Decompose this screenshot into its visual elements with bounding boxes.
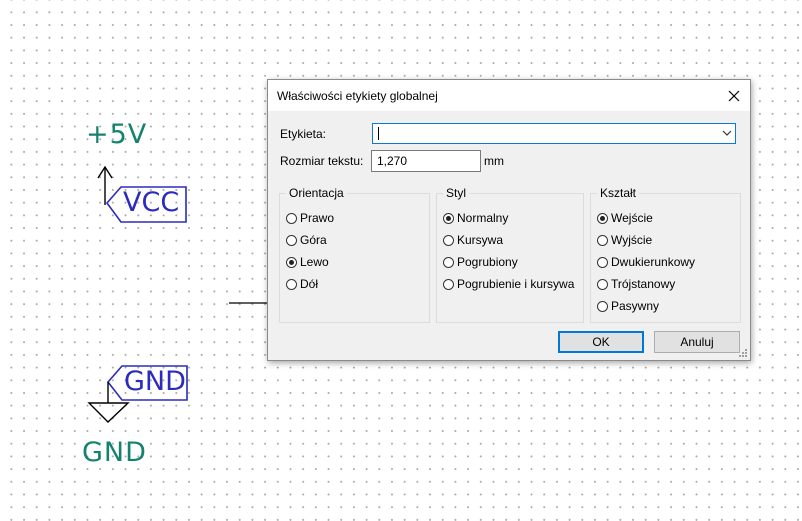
text-size-label: Rozmiar tekstu:: [280, 154, 364, 168]
power-symbol-value: +5V: [86, 119, 148, 150]
radio-label: Pogrubiony: [457, 255, 518, 269]
shape-option-trojstanowy[interactable]: Trójstanowy: [597, 277, 675, 291]
radio-label: Dwukierunkowy: [611, 255, 696, 269]
radio-circle: [443, 256, 454, 268]
shape-option-wejscie[interactable]: Wejście: [597, 211, 653, 225]
text-size-input[interactable]: [371, 150, 481, 172]
radio-label: Normalny: [457, 211, 509, 225]
radio-circle: [443, 278, 454, 290]
orientation-option-prawo[interactable]: Prawo: [286, 211, 334, 225]
radio-circle: [443, 234, 454, 246]
resize-grip-icon[interactable]: [739, 349, 748, 358]
style-group-title: Styl: [443, 186, 470, 200]
shape-option-dwukierunkowy[interactable]: Dwukierunkowy: [597, 255, 695, 269]
radio-circle: [597, 300, 608, 312]
radio-circle-selected: [286, 256, 297, 268]
shape-group: Kształt Wejście Wyjście Dwukierunkowy Tr…: [590, 186, 741, 323]
ground-symbol-value: GND: [82, 437, 147, 468]
close-button[interactable]: [718, 80, 750, 111]
orientation-group: Orientacja Prawo Góra Lewo Dół: [279, 186, 430, 323]
radio-circle-selected: [443, 212, 454, 224]
radio-label: Wejście: [611, 211, 653, 225]
radio-label: Góra: [300, 233, 327, 247]
radio-label: Wyjście: [611, 233, 653, 247]
text-size-unit: mm: [484, 154, 504, 168]
style-option-normalny[interactable]: Normalny: [443, 211, 508, 225]
radio-circle: [286, 212, 297, 224]
close-icon: [728, 90, 740, 101]
radio-label: Pogrubienie i kursywa: [457, 277, 575, 291]
radio-circle-selected: [597, 212, 608, 224]
radio-circle: [286, 234, 297, 246]
dialog-title: Właściwości etykiety globalnej: [277, 89, 438, 103]
radio-label: Dół: [300, 277, 319, 291]
style-option-pogrubiony[interactable]: Pogrubiony: [443, 255, 518, 269]
label-combobox[interactable]: [372, 123, 736, 144]
radio-circle: [597, 278, 608, 290]
radio-label: Trójstanowy: [611, 277, 676, 291]
text-caret: [378, 127, 379, 140]
shape-group-title: Kształt: [597, 186, 640, 200]
ok-button[interactable]: OK: [558, 331, 644, 353]
label-field-label: Etykieta:: [280, 127, 327, 141]
orientation-option-lewo[interactable]: Lewo: [286, 255, 329, 269]
radio-label: Kursywa: [457, 233, 504, 247]
radio-circle: [286, 278, 297, 290]
shape-option-wyjscie[interactable]: Wyjście: [597, 233, 652, 247]
cancel-button[interactable]: Anuluj: [654, 331, 740, 353]
orientation-option-dol[interactable]: Dół: [286, 277, 318, 291]
gnd-label-text: GND: [124, 366, 186, 397]
shape-option-pasywny[interactable]: Pasywny: [597, 299, 659, 313]
style-option-pogrubienie-i-kursywa[interactable]: Pogrubienie i kursywa: [443, 277, 574, 291]
orientation-option-gora[interactable]: Góra: [286, 233, 327, 247]
vcc-label-text: VCC: [123, 187, 180, 218]
ground-symbol[interactable]: [87, 382, 130, 423]
dialog-titlebar[interactable]: Właściwości etykiety globalnej: [268, 80, 750, 111]
radio-circle: [597, 234, 608, 246]
radio-label: Lewo: [300, 255, 329, 269]
style-group: Styl Normalny Kursywa Pogrubiony Pogrubi…: [436, 186, 584, 323]
radio-label: Pasywny: [611, 299, 660, 313]
style-option-kursywa[interactable]: Kursywa: [443, 233, 503, 247]
radio-circle: [597, 256, 608, 268]
global-label-properties-dialog: Właściwości etykiety globalnej Etykieta:…: [267, 79, 751, 361]
orientation-group-title: Orientacja: [286, 186, 347, 200]
chevron-down-icon[interactable]: [722, 128, 732, 138]
radio-label: Prawo: [300, 211, 335, 225]
